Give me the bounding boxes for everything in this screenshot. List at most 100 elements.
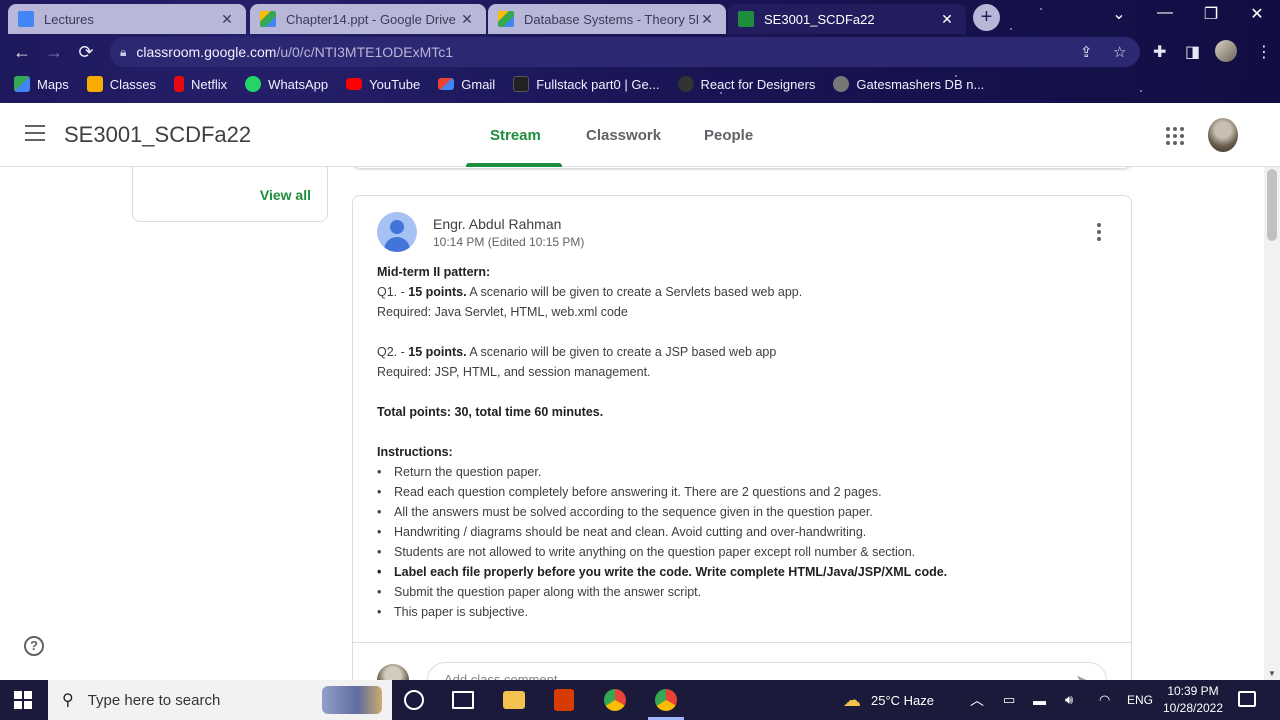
side-panel-icon[interactable]: ◨ — [1185, 42, 1200, 62]
chrome-profile-icon[interactable] — [655, 689, 677, 711]
close-icon[interactable]: ✕ — [458, 11, 476, 28]
maps-icon — [14, 76, 30, 92]
volume-icon[interactable]: 🔊︎ — [1065, 680, 1073, 720]
new-tab-button[interactable]: + — [973, 4, 1000, 31]
taskbar-clock[interactable]: 10:39 PM 10/28/2022 — [1158, 683, 1228, 717]
browser-tab-chapter14[interactable]: Chapter14.ppt - Google Drive ✕ — [250, 4, 486, 34]
browser-tab-database-systems[interactable]: Database Systems - Theory 5E BC ✕ — [488, 4, 726, 34]
close-icon[interactable]: ✕ — [698, 11, 716, 28]
search-icon: ⚲ — [62, 692, 74, 709]
post-heading: Mid-term II pattern: — [377, 265, 491, 279]
cortana-icon[interactable] — [404, 690, 424, 710]
instruction-text: This paper is subjective. — [394, 605, 529, 619]
bookmark-youtube[interactable]: YouTube — [346, 77, 420, 92]
post-timestamp: 10:14 PM (Edited 10:15 PM) — [433, 235, 585, 249]
bookmark-label: Netflix — [191, 76, 228, 92]
chrome-icon[interactable] — [604, 689, 626, 711]
class-title[interactable]: SE3001_SCDFa22 — [64, 122, 251, 148]
tab-people[interactable]: People — [704, 127, 753, 144]
share-icon[interactable]: ⇪ — [1080, 43, 1093, 61]
account-avatar[interactable] — [1208, 118, 1238, 152]
weather-widget[interactable]: ☁ 25°C Haze — [843, 680, 934, 720]
gatesmashers-icon — [833, 76, 850, 92]
instruction-text: Handwriting / diagrams should be neat an… — [394, 525, 867, 539]
bookmark-gmail[interactable]: Gmail — [438, 77, 495, 92]
google-drive-icon — [498, 11, 514, 27]
wifi-icon[interactable]: ◠ — [1099, 680, 1110, 720]
tab-search-icon[interactable]: ⌄ — [1096, 4, 1142, 24]
bookmark-label: YouTube — [369, 76, 421, 92]
window-close-icon[interactable]: ✕ — [1234, 4, 1280, 24]
browser-tab-se3001[interactable]: SE3001_SCDFa22 ✕ — [728, 4, 966, 34]
bookmark-label: Maps — [37, 76, 69, 92]
bullet: • — [377, 545, 382, 559]
react-icon — [677, 76, 694, 92]
close-icon[interactable]: ✕ — [218, 11, 236, 28]
send-icon[interactable]: ➤ — [1075, 671, 1090, 680]
bookmark-netflix[interactable]: Netflix — [174, 76, 227, 92]
file-explorer-icon[interactable] — [503, 691, 525, 709]
instruction-item: • Read each question completely before an… — [377, 482, 1107, 502]
bullet: • — [377, 505, 382, 519]
scrollbar-thumb[interactable] — [1267, 169, 1277, 241]
stream-content: View all Engr. Abdul Rahman 10:14 PM (Ed… — [0, 167, 1264, 680]
instruction-text: Submit the question paper along with the… — [394, 585, 702, 599]
help-icon[interactable]: ? — [24, 636, 44, 656]
browser-tab-lectures[interactable]: Lectures ✕ — [8, 4, 246, 34]
bookmark-gatesmashers[interactable]: Gatesmashers DB n... — [833, 76, 984, 92]
classroom-icon — [18, 11, 34, 27]
profile-avatar[interactable] — [1215, 40, 1237, 62]
announcement-card: Engr. Abdul Rahman 10:14 PM (Edited 10:1… — [352, 195, 1132, 680]
view-all-link[interactable]: View all — [260, 187, 311, 203]
battery-icon[interactable]: ▬ — [1033, 680, 1046, 720]
previous-post-card — [352, 167, 1132, 169]
language-indicator[interactable]: ENG — [1127, 680, 1153, 720]
meet-now-icon[interactable]: ▭ — [1003, 680, 1015, 720]
q2-points: 15 points. — [408, 345, 467, 359]
forward-arrow-icon[interactable]: → — [42, 40, 66, 64]
browser-toolbar: ← → ⟳ 🔒︎ classroom.google.com/u/0/c/NTI3… — [0, 34, 1280, 70]
instructions-heading: Instructions: — [377, 445, 453, 459]
office-icon[interactable] — [554, 689, 574, 711]
weather-text: 25°C Haze — [871, 692, 935, 708]
windows-start-icon[interactable] — [14, 691, 32, 709]
tab-title: Database Systems - Theory 5E BC — [524, 11, 698, 27]
reload-icon[interactable]: ⟳ — [74, 40, 98, 64]
bullet: • — [377, 465, 382, 479]
bookmark-react-for-designers[interactable]: React for Designers — [677, 76, 816, 92]
bookmark-label: React for Designers — [700, 76, 816, 92]
main-menu-icon[interactable] — [25, 125, 45, 141]
upcoming-card: View all — [132, 167, 328, 222]
scroll-down-arrow-icon[interactable]: ▼ — [1268, 669, 1276, 678]
q2-text: A scenario will be given to create a JSP… — [466, 345, 777, 359]
more-options-icon[interactable] — [1097, 223, 1101, 244]
back-arrow-icon[interactable]: ← — [10, 40, 34, 64]
bookmark-label: Classes — [109, 76, 157, 92]
show-hidden-icons-chevron-icon[interactable]: ︿ — [970, 680, 984, 720]
bookmark-whatsapp[interactable]: WhatsApp — [245, 76, 328, 92]
page-scrollbar[interactable]: ▼ — [1264, 167, 1280, 680]
restore-icon[interactable]: ❐ — [1188, 4, 1234, 24]
bookmark-maps[interactable]: Maps — [14, 76, 69, 92]
google-apps-icon[interactable] — [1166, 127, 1184, 145]
close-icon[interactable]: ✕ — [938, 11, 956, 28]
taskbar-search[interactable]: ⚲ Type here to search — [48, 680, 392, 720]
chrome-menu-icon[interactable]: ⋮ — [1256, 42, 1272, 62]
bookmark-classes[interactable]: Classes — [86, 76, 157, 92]
task-view-icon[interactable] — [452, 691, 474, 709]
notification-center-icon[interactable] — [1238, 691, 1256, 707]
tab-classwork[interactable]: Classwork — [586, 127, 661, 144]
tab-stream[interactable]: Stream — [490, 127, 541, 144]
class-comment-input[interactable]: Add class comment... — [427, 662, 1107, 680]
whatsapp-icon — [245, 76, 262, 92]
instruction-item: • Handwriting / diagrams should be neat a… — [377, 522, 1107, 542]
bookmark-star-icon[interactable]: ☆ — [1113, 43, 1126, 61]
minimize-icon[interactable]: — — [1142, 4, 1188, 22]
divider — [353, 642, 1131, 643]
address-bar[interactable]: 🔒︎ classroom.google.com/u/0/c/NTI3MTE1OD… — [110, 37, 1140, 67]
bookmark-fullstack[interactable]: Fullstack part0 | Ge... — [513, 76, 660, 92]
q1-required: Required: Java Servlet, HTML, web.xml co… — [377, 305, 628, 319]
q1-text: A scenario will be given to create a Ser… — [466, 285, 803, 299]
instruction-item: • This paper is subjective. — [377, 602, 1107, 622]
extensions-puzzle-icon[interactable]: ✚ — [1153, 42, 1166, 62]
